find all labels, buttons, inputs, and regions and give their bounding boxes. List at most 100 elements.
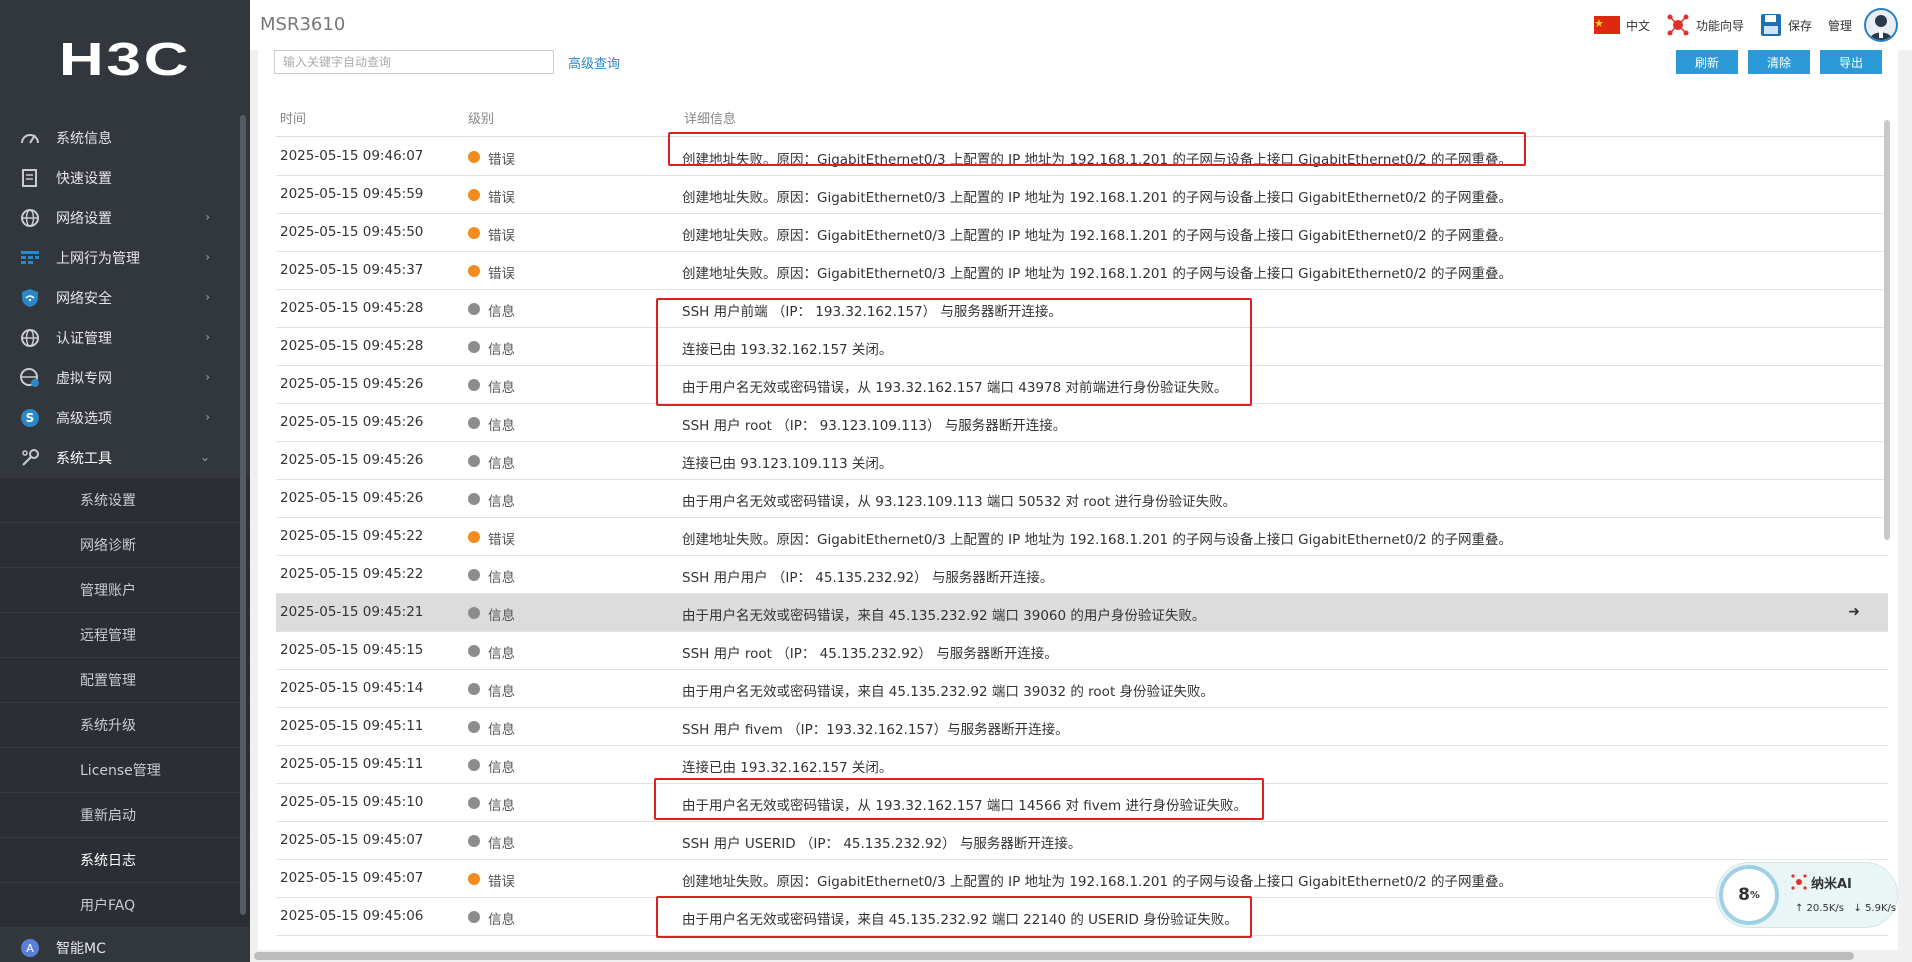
table-row[interactable]: 2025-05-15 09:45:59 错误 创建地址失败。原因：GigabitEt… — [276, 176, 1888, 214]
save-button[interactable]: 保存 — [1760, 13, 1812, 37]
shield-icon — [18, 286, 42, 310]
admin-menu[interactable]: 管理 — [1828, 17, 1852, 34]
top-actions: 中文 功能向导 保存 管理 — [1578, 8, 1898, 42]
log-level: 错误 — [488, 228, 515, 244]
sidebar-subitem[interactable]: 网络诊断 — [0, 523, 250, 568]
sidebar-item[interactable]: S 高级选项 › — [0, 398, 250, 438]
row-arrow-icon[interactable]: ➜ — [1848, 604, 1860, 620]
chevron-right-icon: › — [205, 210, 210, 224]
vertical-scrollbar[interactable] — [1884, 120, 1890, 540]
sidebar-subitem[interactable]: 远程管理 — [0, 613, 250, 658]
sidebar-item[interactable]: 系统工具 ⌄ — [0, 438, 250, 478]
level-dot-icon — [468, 873, 480, 885]
sidebar-subitem[interactable]: 配置管理 — [0, 658, 250, 703]
log-level: 信息 — [488, 304, 515, 320]
log-level: 信息 — [488, 912, 515, 928]
sidebar-item-label: 高级选项 — [56, 411, 112, 427]
language-switch[interactable]: 中文 — [1593, 16, 1650, 34]
mc-icon: A — [18, 936, 42, 960]
clear-button[interactable]: 清除 — [1748, 50, 1810, 74]
table-row[interactable]: 2025-05-15 09:45:15 信息 SSH 用户 root （IP： 45… — [276, 632, 1888, 670]
sidebar-item-label: 快速设置 — [56, 171, 112, 187]
log-message: SSH 用户 root （IP： 45.135.232.92） 与服务器断开连接… — [682, 646, 1058, 662]
nav-list: 系统信息 快速设置 网络设置 › 上网行为管理 › 网络安全 › 认证管理 › 虚拟专网 › S 高级选项… — [0, 118, 250, 478]
brand-logo[interactable]: H3C — [0, 0, 250, 118]
log-level: 信息 — [488, 798, 515, 814]
advanced-query-link[interactable]: 高级查询 — [568, 53, 620, 72]
log-message: 由于用户名无效或密码错误，来自 45.135.232.92 端口 39060 的… — [682, 608, 1206, 624]
log-level: 信息 — [488, 722, 515, 738]
sidebar-item[interactable]: 上网行为管理 › — [0, 238, 250, 278]
download-speed: ↓ 5.9K/s — [1853, 903, 1897, 914]
user-avatar-icon[interactable] — [1864, 8, 1898, 42]
log-level: 错误 — [488, 152, 515, 168]
globe-icon — [18, 326, 42, 350]
log-message: 创建地址失败。原因：GigabitEthernet0/3 上配置的 IP 地址为… — [682, 874, 1513, 890]
sidebar-item[interactable]: 认证管理 › — [0, 318, 250, 358]
sidebar-item[interactable]: 网络设置 › — [0, 198, 250, 238]
sidebar-subitem[interactable]: 用户FAQ — [0, 883, 250, 928]
sidebar-item[interactable]: 快速设置 — [0, 158, 250, 198]
log-message: 创建地址失败。原因：GigabitEthernet0/3 上配置的 IP 地址为… — [682, 228, 1513, 244]
sidebar-subitem[interactable]: 系统日志 — [0, 838, 250, 883]
china-flag-icon — [1593, 16, 1620, 34]
table-row[interactable]: 2025-05-15 09:45:21 信息 由于用户名无效或密码错误，来自 45.… — [276, 594, 1888, 632]
level-dot-icon — [468, 721, 480, 733]
sidebar-item-label: 网络设置 — [56, 211, 112, 227]
sidebar-subitem[interactable]: 管理账户 — [0, 568, 250, 613]
table-row[interactable]: 2025-05-15 09:45:26 信息 由于用户名无效或密码错误，从 93.1… — [276, 480, 1888, 518]
table-row[interactable]: 2025-05-15 09:45:26 信息 SSH 用户 root （IP： 93… — [276, 404, 1888, 442]
log-time: 2025-05-15 09:45:11 — [280, 756, 424, 772]
column-header-time[interactable]: 时间 — [280, 108, 306, 127]
sidebar-subitem[interactable]: 系统设置 — [0, 478, 250, 523]
level-dot-icon — [468, 759, 480, 771]
log-level: 信息 — [488, 418, 515, 434]
log-time: 2025-05-15 09:45:37 — [280, 262, 424, 278]
table-row[interactable]: 2025-05-15 09:45:22 信息 SSH 用户用户 （IP： 45.13… — [276, 556, 1888, 594]
horizontal-scrollbar[interactable] — [250, 950, 1890, 962]
sidebar-item[interactable]: 网络安全 › — [0, 278, 250, 318]
sidebar-subitem[interactable]: 系统升级 — [0, 703, 250, 748]
level-dot-icon — [468, 379, 480, 391]
table-row[interactable]: 2025-05-15 09:45:37 错误 创建地址失败。原因：GigabitEt… — [276, 252, 1888, 290]
log-time: 2025-05-15 09:45:10 — [280, 794, 424, 810]
export-button[interactable]: 导出 — [1820, 50, 1882, 74]
search-input[interactable] — [274, 50, 554, 74]
column-header-detail[interactable]: 详细信息 — [684, 108, 736, 127]
sidebar-item[interactable]: 系统信息 — [0, 118, 250, 158]
log-message: 创建地址失败。原因：GigabitEthernet0/3 上配置的 IP 地址为… — [682, 266, 1513, 282]
sidebar-item-label: 认证管理 — [56, 331, 112, 347]
sidebar: H3C 系统信息 快速设置 网络设置 › 上网行为管理 › 网络安全 › 认证管理 › 虚拟专网 › S… — [0, 0, 250, 962]
wizard-button[interactable]: 功能向导 — [1666, 13, 1744, 37]
level-dot-icon — [468, 265, 480, 277]
top-header: MSR3610 中文 功能向导 保存 管理 — [250, 0, 1912, 50]
log-message: 创建地址失败。原因：GigabitEthernet0/3 上配置的 IP 地址为… — [682, 190, 1513, 206]
log-level: 信息 — [488, 494, 515, 510]
log-time: 2025-05-15 09:45:50 — [280, 224, 424, 240]
vpn-globe-icon — [18, 366, 42, 390]
table-row[interactable]: 2025-05-15 09:45:26 信息 连接已由 93.123.109.113… — [276, 442, 1888, 480]
table-row[interactable]: 2025-05-15 09:45:14 信息 由于用户名无效或密码错误，来自 45.… — [276, 670, 1888, 708]
refresh-button[interactable]: 刷新 — [1676, 50, 1738, 74]
sidebar-subitem[interactable]: License管理 — [0, 748, 250, 793]
log-message: 创建地址失败。原因：GigabitEthernet0/3 上配置的 IP 地址为… — [682, 532, 1513, 548]
chevron-right-icon: › — [205, 250, 210, 264]
sidebar-item[interactable]: 虚拟专网 › — [0, 358, 250, 398]
sidebar-item-label: 系统信息 — [56, 131, 112, 147]
sidebar-subitem[interactable]: 重新启动 — [0, 793, 250, 838]
table-row[interactable]: 2025-05-15 09:45:11 信息 SSH 用户 fivem （IP：19… — [276, 708, 1888, 746]
sidebar-item-smart-mc[interactable]: A 智能MC — [0, 928, 250, 962]
table-row[interactable]: 2025-05-15 09:45:50 错误 创建地址失败。原因：GigabitEt… — [276, 214, 1888, 252]
table-row[interactable]: 2025-05-15 09:45:07 错误 创建地址失败。原因：GigabitEt… — [276, 860, 1888, 898]
sidebar-scrollbar[interactable] — [240, 115, 246, 915]
annotation-box — [654, 778, 1264, 820]
log-time: 2025-05-15 09:45:59 — [280, 186, 424, 202]
level-dot-icon — [468, 569, 480, 581]
table-row[interactable]: 2025-05-15 09:45:07 信息 SSH 用户 USERID （IP： … — [276, 822, 1888, 860]
sidebar-item-label: 智能MC — [56, 941, 106, 957]
log-level: 错误 — [488, 874, 515, 890]
table-row[interactable]: 2025-05-15 09:45:22 错误 创建地址失败。原因：GigabitEt… — [276, 518, 1888, 556]
log-level: 信息 — [488, 684, 515, 700]
column-header-level[interactable]: 级别 — [468, 108, 494, 127]
nano-ai-widget[interactable]: 8% 纳米AI ↑ 20.5K/s ↓ 5.9K/s — [1716, 862, 1898, 928]
